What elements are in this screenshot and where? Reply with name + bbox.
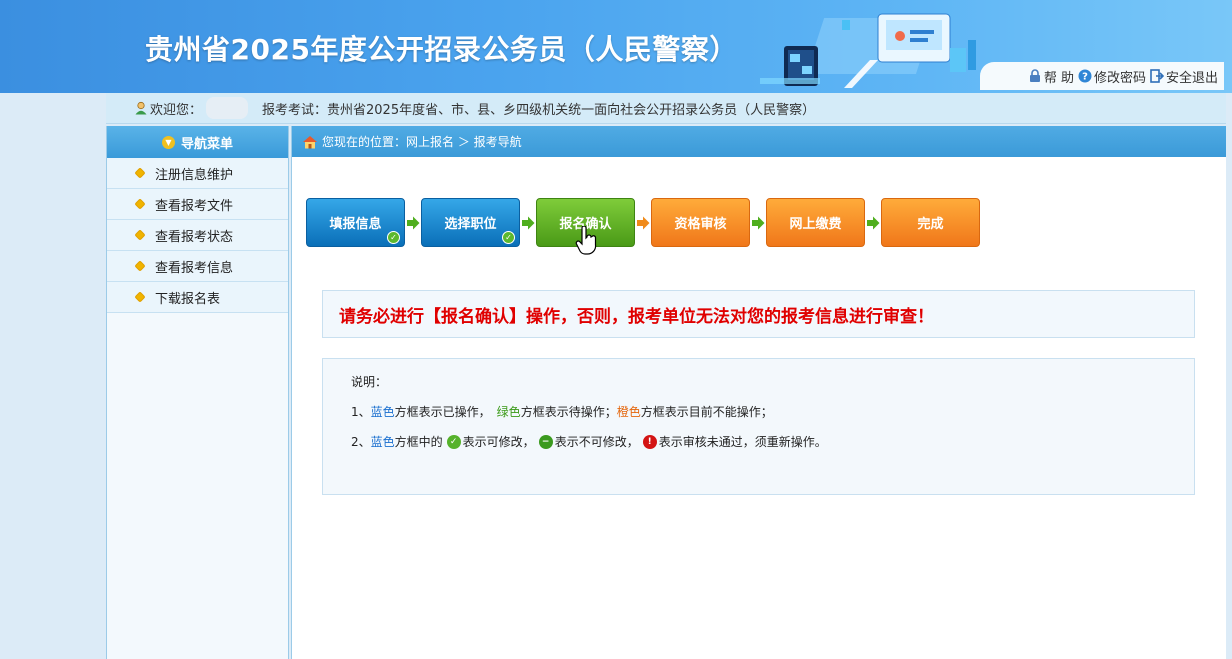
chevron-down-icon: ▼	[161, 135, 175, 149]
check-icon: ✓	[446, 435, 461, 449]
arrow-right-icon	[750, 198, 766, 247]
line-text: 方框表示目前不能操作；	[640, 405, 773, 419]
sidebar-item-download-form[interactable]: 下载报名表	[107, 282, 288, 313]
hand-cursor-icon	[575, 226, 597, 255]
change-password-label: 修改密码	[1093, 70, 1146, 86]
logout-link[interactable]: 安全退出	[1150, 67, 1218, 86]
sidebar-item-info[interactable]: 查看报考信息	[107, 251, 288, 282]
sidebar-item-documents[interactable]: 查看报考文件	[107, 189, 288, 220]
change-password-link[interactable]: ? 修改密码	[1078, 67, 1146, 86]
line-text: 方框中的	[394, 435, 443, 449]
sidebar-item-label: 下载报名表	[155, 291, 221, 307]
sidebar-item-label: 注册信息维护	[155, 167, 234, 183]
logout-label: 安全退出	[1165, 70, 1218, 86]
main-content: 您现在的位置：网上报名 ＞ 报考导航 填报信息 ✓ 选择职位 ✓ 报名确认 资格…	[291, 126, 1226, 659]
sidebar-title: 导航菜单	[180, 136, 233, 152]
instructions-title: 说明：	[351, 375, 388, 389]
sidebar: ▼ 导航菜单 注册信息维护 查看报考文件 查看报考状态 查看报考信息 下载报名表	[106, 126, 289, 659]
help-icon: ?	[1078, 69, 1092, 83]
page-title: 贵州省2025年度公开招录公务员（人民警察）	[145, 33, 738, 66]
line-text: 方框表示已操作，	[394, 405, 491, 419]
step-label: 资格审核	[674, 217, 727, 232]
sidebar-item-label: 查看报考状态	[155, 229, 234, 245]
sidebar-item-status[interactable]: 查看报考状态	[107, 220, 288, 251]
user-icon	[135, 101, 147, 115]
bullet-icon	[135, 168, 145, 178]
step-progress: 填报信息 ✓ 选择职位 ✓ 报名确认 资格审核 网上缴费 完成	[306, 198, 980, 247]
instructions-box: 说明： 1、 蓝色 方框表示已操作， 绿色 方框表示待操作； 橙色 方框表示目前…	[322, 358, 1195, 495]
check-icon: ✓	[502, 231, 515, 244]
minus-icon: −	[538, 435, 553, 449]
bullet-icon	[135, 199, 145, 209]
check-icon: ✓	[387, 231, 400, 244]
line-text: 表示审核未通过，须重新操作。	[658, 435, 827, 449]
step-qualification-review[interactable]: 资格审核	[651, 198, 750, 247]
instructions-line-2: 2、 蓝色 方框中的 ✓ 表示可修改， − 表示不可修改， ! 表示审核未通过，…	[351, 433, 1194, 463]
step-label: 选择职位	[444, 217, 497, 232]
step-label: 完成	[917, 217, 944, 232]
help-label: 帮 助	[1043, 70, 1074, 86]
line-prefix: 2、	[351, 435, 371, 449]
bullet-icon	[135, 261, 145, 271]
instructions-line-1: 1、 蓝色 方框表示已操作， 绿色 方框表示待操作； 橙色 方框表示目前不能操作…	[351, 403, 1194, 433]
blue-word: 蓝色	[370, 405, 395, 419]
help-link[interactable]: 帮 助	[1028, 67, 1074, 86]
lock-icon	[1029, 69, 1040, 82]
confirm-warning: 请务必进行【报名确认】操作，否则，报考单位无法对您的报考信息进行审查！	[322, 290, 1195, 338]
orange-word: 橙色	[616, 405, 641, 419]
breadcrumb: 您现在的位置：网上报名 ＞ 报考导航	[292, 126, 1226, 157]
step-select-position[interactable]: 选择职位 ✓	[421, 198, 520, 247]
arrow-right-icon	[865, 198, 881, 247]
step-fill-info[interactable]: 填报信息 ✓	[306, 198, 405, 247]
step-online-payment[interactable]: 网上缴费	[766, 198, 865, 247]
bullet-icon	[135, 292, 145, 302]
sidebar-header: ▼ 导航菜单	[107, 126, 288, 158]
sidebar-item-registration[interactable]: 注册信息维护	[107, 158, 288, 189]
welcome-bar: 欢迎您： 报考考试：贵州省2025年度省、市、县、乡四级机关统一面向社会公开招录…	[106, 93, 1226, 124]
line-text: 方框表示待操作；	[520, 405, 617, 419]
error-icon: !	[642, 435, 657, 449]
arrow-right-icon	[635, 198, 651, 247]
svg-text:?: ?	[1082, 72, 1088, 83]
line-prefix: 1、	[351, 405, 371, 419]
sidebar-item-label: 查看报考文件	[155, 198, 234, 214]
welcome-label: 欢迎您：	[150, 102, 203, 118]
exam-info: 报考考试：贵州省2025年度省、市、县、乡四级机关统一面向社会公开招录公务员（人…	[262, 102, 816, 118]
page-header: 贵州省2025年度公开招录公务员（人民警察） 帮 助 ? 修改密码 安全退出	[0, 0, 1232, 93]
breadcrumb-text: 您现在的位置：网上报名 ＞ 报考导航	[322, 135, 522, 149]
username-redacted	[206, 97, 249, 119]
exit-icon	[1150, 69, 1164, 83]
top-toolbar: 帮 助 ? 修改密码 安全退出	[980, 62, 1224, 90]
line-text: 表示不可修改，	[554, 435, 639, 449]
step-complete[interactable]: 完成	[881, 198, 980, 247]
line-text: 表示可修改，	[462, 435, 535, 449]
blue-word: 蓝色	[370, 435, 395, 449]
home-icon	[303, 135, 317, 148]
step-label: 网上缴费	[789, 217, 842, 232]
bullet-icon	[135, 230, 145, 240]
arrow-right-icon	[520, 198, 536, 247]
sidebar-menu: 注册信息维护 查看报考文件 查看报考状态 查看报考信息 下载报名表	[107, 158, 288, 313]
step-label: 填报信息	[329, 217, 382, 232]
sidebar-item-label: 查看报考信息	[155, 260, 234, 276]
arrow-right-icon	[405, 198, 421, 247]
green-word: 绿色	[496, 405, 521, 419]
